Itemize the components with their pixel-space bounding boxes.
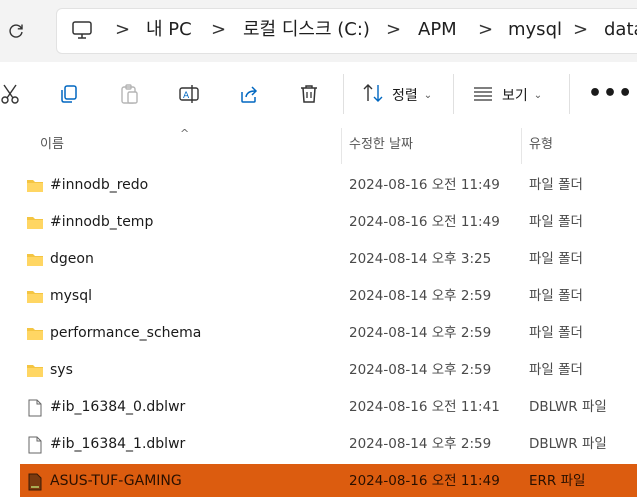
list-item[interactable]: performance_schema 2024-08-14 오후 2:59 파일… [0,315,637,352]
command-bar: A 정렬 ⌄ 보기 ⌄ ••• [0,62,637,129]
chevron-right-icon: > [386,19,402,40]
chevron-right-icon: > [573,19,589,40]
breadcrumb-item-apm[interactable]: APM [418,18,457,42]
chevron-down-icon: ⌄ [533,89,543,101]
folder-icon [26,251,44,269]
chevron-right-icon: > [115,19,131,40]
file-date: 2024-08-14 오후 2:59 [349,288,492,304]
chevron-right-icon: > [211,19,227,40]
column-divider[interactable] [341,128,342,164]
folder-icon [26,177,44,195]
file-icon [26,436,44,454]
column-header-type[interactable]: 유형 [529,128,553,164]
sort-label: 정렬 [392,88,418,104]
chevron-down-icon: ⌄ [423,89,433,101]
folder-icon [26,325,44,343]
file-date: 2024-08-16 오전 11:49 [349,473,500,489]
address-row: > 내 PC > 로컬 디스크 (C:) > APM > mysql > dat… [0,0,637,62]
file-date: 2024-08-14 오후 3:25 [349,251,492,267]
list-item[interactable]: dgeon 2024-08-14 오후 3:25 파일 폴더 [0,241,637,278]
file-date: 2024-08-14 오후 2:59 [349,325,492,341]
breadcrumb-item-this-pc[interactable]: 내 PC [146,18,192,42]
toolbar-divider [453,74,454,114]
view-list-icon [472,83,494,107]
view-button[interactable]: 보기 ⌄ [472,82,542,108]
file-name: mysql [50,288,92,304]
breadcrumb-item-mysql[interactable]: mysql [508,18,562,42]
list-item-highlighted[interactable]: ASUS-TUF-GAMING 2024-08-16 오전 11:49 ERR … [0,463,637,500]
view-label: 보기 [502,88,528,104]
file-type: 파일 폴더 [529,251,583,267]
file-list: #innodb_redo 2024-08-16 오전 11:49 파일 폴더 #… [0,167,637,500]
refresh-icon[interactable] [5,20,27,42]
file-name: #innodb_temp [50,214,154,230]
folder-icon [26,288,44,306]
file-type: 파일 폴더 [529,325,583,341]
file-name: #ib_16384_0.dblwr [50,399,186,415]
folder-icon [26,214,44,232]
list-item[interactable]: #innodb_temp 2024-08-16 오전 11:49 파일 폴더 [0,204,637,241]
folder-icon [26,362,44,380]
file-type: 파일 폴더 [529,214,583,230]
column-header-name[interactable]: 이름 [40,128,64,164]
paste-icon[interactable] [117,82,141,106]
share-icon[interactable] [237,82,261,106]
file-explorer-window: > 내 PC > 로컬 디스크 (C:) > APM > mysql > dat… [0,0,637,501]
file-date: 2024-08-14 오후 2:59 [349,436,492,452]
toolbar-divider [569,74,570,114]
file-type: 파일 폴더 [529,288,583,304]
file-name: #innodb_redo [50,177,149,193]
monitor-icon [71,20,93,40]
file-type: DBLWR 파일 [529,436,607,452]
copy-icon[interactable] [57,82,81,106]
chevron-right-icon: > [478,19,494,40]
file-name: sys [50,362,73,378]
file-name: #ib_16384_1.dblwr [50,436,186,452]
svg-text:A: A [183,91,190,101]
file-date: 2024-08-16 오전 11:49 [349,214,500,230]
toolbar-divider [343,74,344,114]
rename-icon[interactable]: A [177,82,201,106]
breadcrumb-item-local-disk[interactable]: 로컬 디스크 (C:) [243,18,370,42]
file-type: ERR 파일 [529,473,586,489]
list-item[interactable]: sys 2024-08-14 오후 2:59 파일 폴더 [0,352,637,389]
column-header-date[interactable]: 수정한 날짜 [349,128,413,164]
column-header-row: ^ 이름 수정한 날짜 유형 [0,128,637,164]
list-item[interactable]: mysql 2024-08-14 오후 2:59 파일 폴더 [0,278,637,315]
sort-button[interactable]: 정렬 ⌄ [362,82,432,108]
file-name: performance_schema [50,325,202,341]
list-item[interactable]: #ib_16384_0.dblwr 2024-08-16 오전 11:41 DB… [0,389,637,426]
file-name: dgeon [50,251,94,267]
cut-icon[interactable] [0,82,22,106]
file-name: ASUS-TUF-GAMING [50,473,182,489]
list-item[interactable]: #innodb_redo 2024-08-16 오전 11:49 파일 폴더 [0,167,637,204]
list-item[interactable]: #ib_16384_1.dblwr 2024-08-14 오후 2:59 DBL… [0,426,637,463]
sort-icon [362,83,384,107]
file-type: DBLWR 파일 [529,399,607,415]
file-icon [26,399,44,417]
column-divider[interactable] [521,128,522,164]
file-date: 2024-08-16 오전 11:41 [349,399,500,415]
file-date: 2024-08-16 오전 11:49 [349,177,500,193]
file-date: 2024-08-14 오후 2:59 [349,362,492,378]
file-type: 파일 폴더 [529,362,583,378]
more-options-button[interactable]: ••• [588,83,633,105]
breadcrumb-item-data[interactable]: data [604,18,637,42]
err-file-icon [26,473,44,491]
file-type: 파일 폴더 [529,177,583,193]
delete-icon[interactable] [297,82,321,106]
sort-ascending-icon: ^ [180,127,190,140]
